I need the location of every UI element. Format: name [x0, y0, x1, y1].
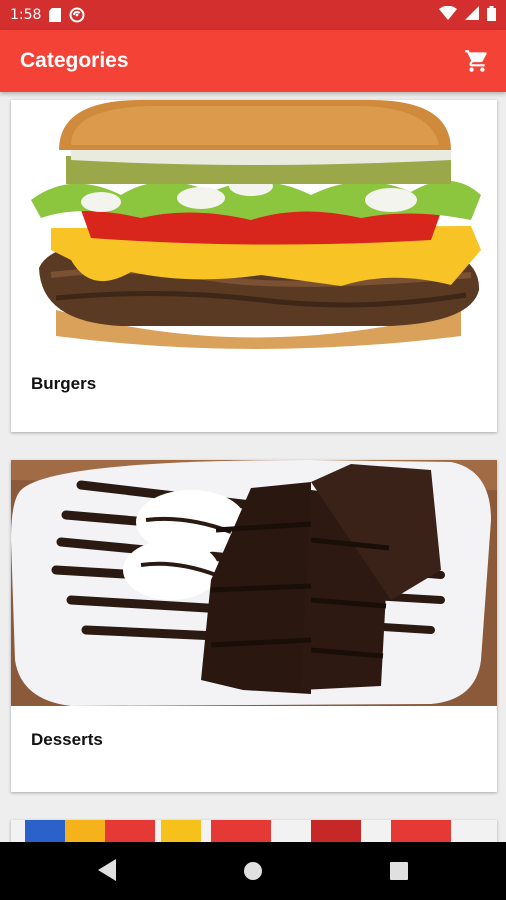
burger-photo: [11, 100, 497, 350]
page-title: Categories: [20, 49, 129, 72]
wifi-icon: [439, 5, 457, 24]
sync-icon: [69, 7, 85, 23]
sd-card-icon: [49, 8, 62, 22]
home-icon[interactable]: [243, 861, 263, 886]
recents-icon[interactable]: [390, 862, 408, 885]
back-icon[interactable]: [98, 859, 116, 886]
shopping-cart-icon[interactable]: [464, 48, 490, 74]
navigation-bar: [0, 842, 506, 900]
app-bar: Categories: [0, 30, 506, 92]
status-bar: 1:58: [0, 0, 506, 30]
category-card-burgers[interactable]: Burgers: [11, 100, 497, 432]
battery-icon: [487, 5, 496, 25]
chocolate-cake-photo: [11, 460, 497, 706]
category-list[interactable]: Burgers Desserts: [0, 92, 506, 842]
category-label: Desserts: [31, 730, 103, 749]
signal-icon: [465, 6, 479, 24]
drinks-photo: [11, 820, 497, 842]
category-card-desserts[interactable]: Desserts: [11, 460, 497, 792]
category-label: Burgers: [31, 374, 97, 393]
status-time: 1:58: [10, 7, 42, 23]
category-card-drinks[interactable]: [11, 820, 497, 842]
